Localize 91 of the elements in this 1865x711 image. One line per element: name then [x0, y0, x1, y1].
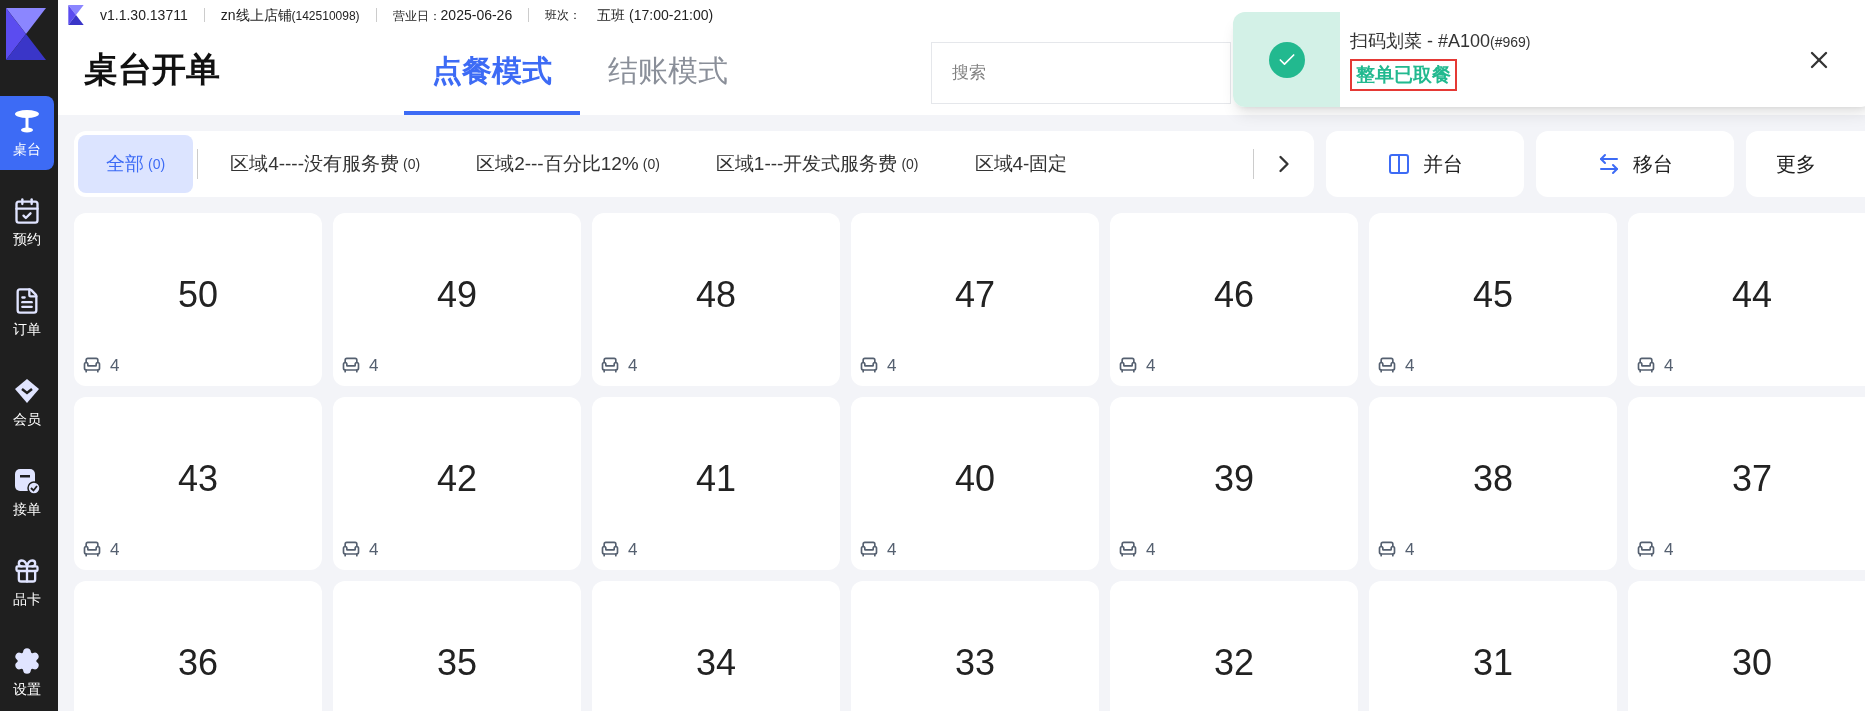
seat-count: 4 — [628, 538, 638, 561]
gift-icon — [13, 556, 41, 585]
settings-icon — [13, 646, 41, 675]
table-number: 44 — [1731, 272, 1772, 317]
calendar-check-icon — [13, 196, 41, 225]
table-number: 43 — [177, 456, 218, 501]
merge-icon — [1387, 152, 1411, 176]
seat-count: 4 — [628, 354, 638, 377]
seat-count: 4 — [369, 538, 379, 561]
table-card[interactable]: 35 — [333, 581, 581, 711]
table-card[interactable]: 32 — [1110, 581, 1358, 711]
diamond-icon — [13, 376, 41, 405]
table-number: 38 — [1472, 456, 1513, 501]
table-number: 35 — [436, 640, 477, 685]
table-number: 45 — [1472, 272, 1513, 317]
table-number: 36 — [177, 640, 218, 685]
success-icon — [1268, 41, 1305, 78]
table-number: 34 — [695, 640, 736, 685]
table-card[interactable]: 47 4 — [851, 213, 1099, 386]
table-number: 31 — [1472, 640, 1513, 685]
sidebar-item[interactable]: 订单 — [0, 276, 54, 350]
action-button[interactable]: 移台 — [1536, 131, 1734, 197]
sidebar-item[interactable]: 预约 — [0, 186, 54, 260]
mode-tab[interactable]: 点餐模式 — [404, 30, 580, 115]
table-number: 42 — [436, 456, 477, 501]
area-tab[interactable]: 区域1---开发式服务费 (0) — [687, 135, 947, 193]
sidebar-item[interactable]: 设置 — [0, 636, 54, 710]
order-check-icon — [13, 466, 41, 495]
seat-count: 4 — [1405, 354, 1415, 377]
table-card[interactable]: 43 4 — [74, 397, 322, 570]
seat-count: 4 — [1664, 354, 1674, 377]
area-tab[interactable]: 区域2---百分比12% (0) — [448, 135, 688, 193]
sidebar-item[interactable]: 桌台 — [0, 96, 54, 170]
seat-count: 4 — [110, 538, 120, 561]
seat-count: 4 — [110, 354, 120, 377]
sidebar-item[interactable]: 接单 — [0, 456, 54, 530]
seat-count: 4 — [369, 354, 379, 377]
table-card[interactable]: 31 — [1369, 581, 1617, 711]
business-day: 营业日：2025-06-26 — [392, 4, 513, 26]
shift-label: 班次： — [545, 7, 582, 24]
seat-count: 4 — [887, 538, 897, 561]
table-card[interactable]: 44 4 — [1628, 213, 1865, 386]
table-card[interactable]: 36 — [74, 581, 322, 711]
page-title: 桌台开单 — [84, 49, 221, 90]
swap-icon — [1597, 152, 1621, 176]
table-card[interactable]: 48 4 — [592, 213, 840, 386]
table-number: 40 — [954, 456, 995, 501]
table-card[interactable]: 37 4 — [1628, 397, 1865, 570]
area-tab[interactable]: 区域4-固定 — [946, 135, 1096, 193]
area-tab[interactable]: 区域4----没有服务费 (0) — [202, 135, 449, 193]
version-text: v1.1.30.13711 — [100, 5, 188, 25]
table-card[interactable]: 30 — [1628, 581, 1865, 711]
toast-status: 整单已取餐 — [1356, 63, 1451, 85]
table-number: 32 — [1213, 640, 1254, 685]
action-button[interactable]: 并台 — [1326, 131, 1524, 197]
table-card[interactable]: 46 4 — [1110, 213, 1358, 386]
logo-icon — [68, 5, 84, 25]
table-number: 37 — [1731, 456, 1772, 501]
seat-count: 4 — [1664, 538, 1674, 561]
toast-title: 扫码划菜 - #A100(#969) — [1350, 29, 1532, 53]
seat-count: 4 — [887, 354, 897, 377]
action-button[interactable]: 更多 — [1746, 131, 1865, 197]
seat-count: 4 — [1146, 538, 1156, 561]
seat-count: 4 — [1405, 538, 1415, 561]
table-card[interactable]: 45 4 — [1369, 213, 1617, 386]
logo-icon — [6, 8, 46, 60]
table-card[interactable]: 38 4 — [1369, 397, 1617, 570]
table-number: 30 — [1731, 640, 1772, 685]
seat-count: 4 — [1146, 354, 1156, 377]
table-number: 50 — [177, 272, 218, 317]
table-card[interactable]: 34 — [592, 581, 840, 711]
table-number: 48 — [695, 272, 736, 317]
table-number: 46 — [1213, 272, 1254, 317]
area-tab[interactable]: 全部 (0) — [78, 135, 194, 193]
table-card[interactable]: 42 4 — [333, 397, 581, 570]
table-card[interactable]: 33 — [851, 581, 1099, 711]
table-card[interactable]: 39 4 — [1110, 397, 1358, 570]
table-card[interactable]: 41 4 — [592, 397, 840, 570]
table-number: 39 — [1213, 456, 1254, 501]
search-field[interactable]: 搜索 — [931, 41, 1231, 104]
table-number: 33 — [954, 640, 995, 685]
table-card[interactable]: 40 4 — [851, 397, 1099, 570]
table-card[interactable]: 50 4 — [74, 213, 322, 386]
table-number: 49 — [436, 272, 477, 317]
table-number: 47 — [954, 272, 995, 317]
shift-text: 五班 (17:00-21:00) — [597, 5, 714, 25]
sidebar-item[interactable]: 品卡 — [0, 546, 54, 620]
sidebar-item[interactable]: 会员 — [0, 366, 54, 440]
table-card[interactable]: 49 4 — [333, 213, 581, 386]
store-name: zn线上店铺(142510098) — [220, 5, 360, 25]
table-number: 41 — [695, 456, 736, 501]
